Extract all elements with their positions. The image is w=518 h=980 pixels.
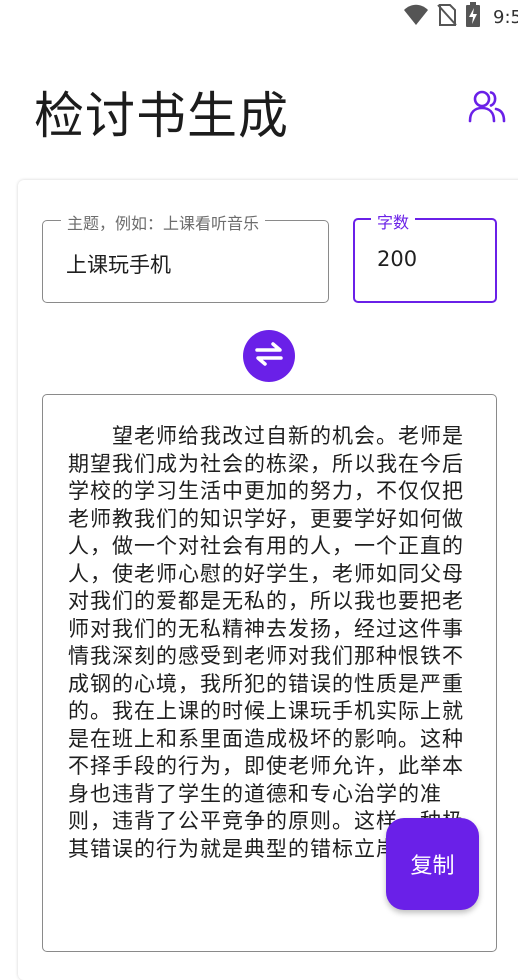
page-title: 检讨书生成 bbox=[34, 87, 289, 145]
people-button[interactable] bbox=[466, 88, 508, 128]
no-sim-icon bbox=[437, 3, 457, 31]
topic-value: 上课玩手机 bbox=[66, 253, 171, 277]
swap-arrows-icon bbox=[253, 342, 285, 370]
copy-button[interactable]: 复制 bbox=[386, 818, 479, 910]
word-count-label: 字数 bbox=[371, 209, 416, 233]
topic-label: 主题，例如：上课看听音乐 bbox=[61, 210, 266, 234]
result-text: 望老师给我改过自新的机会。老师是期望我们成为社会的栋梁，所以我在今后学校的学习生… bbox=[68, 424, 464, 861]
battery-charging-icon bbox=[465, 2, 481, 32]
word-count-input[interactable]: 字数 200 bbox=[353, 209, 497, 303]
generate-swap-button[interactable] bbox=[243, 330, 295, 382]
status-time: 9:5 bbox=[493, 6, 518, 28]
wifi-icon bbox=[403, 4, 429, 30]
status-icons: 9:5 bbox=[403, 2, 518, 32]
people-icon bbox=[468, 89, 506, 127]
topic-input[interactable]: 主题，例如：上课看听音乐 上课玩手机 bbox=[42, 210, 329, 303]
word-count-value: 200 bbox=[377, 247, 418, 271]
status-bar: 9:5 bbox=[0, 0, 518, 30]
